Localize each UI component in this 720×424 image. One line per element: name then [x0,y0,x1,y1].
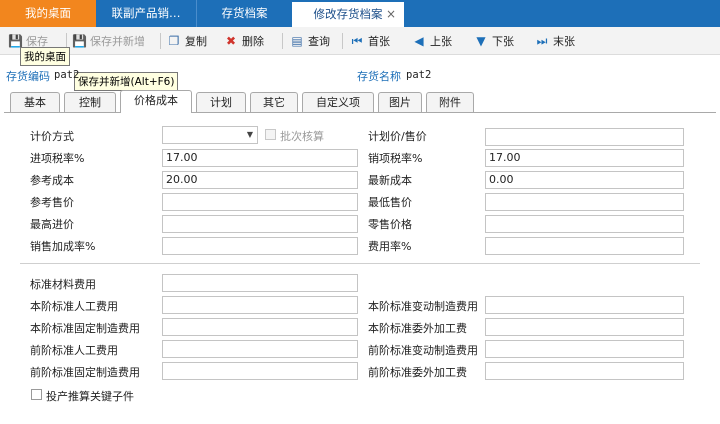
prev-var-mfg-label: 前阶标准变动制造费用 [368,344,478,357]
retail-price-label: 零售价格 [368,218,412,231]
cur-fixed-mfg-label: 本阶标准固定制造费用 [30,322,140,335]
tooltip-save-and-new: 保存并新增(Alt+F6) [74,72,179,91]
cur-labor-input[interactable] [162,296,358,314]
toolbar-divider [282,33,283,49]
cur-var-mfg-input[interactable] [485,296,684,314]
prev-label: 上张 [430,35,452,48]
tab-inventory-archive[interactable]: 存货档案 [196,0,292,27]
query-button[interactable]: ▤ 查询 [290,27,330,55]
sales-markup-input[interactable] [162,237,358,255]
tab-baseline [4,112,716,113]
plan-price-label: 计划价/售价 [368,130,427,143]
toolbar: 💾 保存 💾 保存并新增 ❐ 复制 ✖ 删除 ▤ 查询 ⏮ 首张 ◀ 上张 ▼ 下张 ⏭ 末张 [0,27,720,55]
tooltip-my-desktop: 我的桌面 [20,47,70,66]
copy-button[interactable]: ❐ 复制 [167,27,207,55]
expense-rate-input[interactable] [485,237,684,255]
std-material-label: 标准材料费用 [30,278,96,291]
document-tab-bar: 我的桌面 联副产品销… 存货档案 修改存货档案 × [0,0,720,27]
batch-check-checkbox[interactable] [265,129,276,140]
min-price-label: 最低售价 [368,196,412,209]
toolbar-divider [342,33,343,49]
save-and-new-button[interactable]: 💾 保存并新增 [72,27,145,55]
max-purchase-label: 最高进价 [30,218,74,231]
plan-price-input[interactable] [485,128,684,146]
cur-var-mfg-label: 本阶标准变动制造费用 [368,300,478,313]
tab-basic[interactable]: 基本 [10,92,60,112]
tab-price-cost[interactable]: 价格成本 [120,90,192,113]
tab-custom-items[interactable]: 自定义项 [302,92,374,112]
inventory-name-label: 存货名称 [357,70,401,83]
input-tax-input[interactable]: 17.00 [162,149,358,167]
query-label: 查询 [308,35,330,48]
tab-plan[interactable]: 计划 [196,92,246,112]
tab-label: 修改存货档案 [313,7,383,21]
prev-outsource-label: 前阶标准委外加工费 [368,366,467,379]
ref-price-input[interactable] [162,193,358,211]
last-record-button[interactable]: ⏭ 末张 [535,27,575,55]
tab-coproduct-sales[interactable]: 联副产品销… [96,0,196,27]
chevron-down-icon: ▼ [246,130,253,139]
batch-check-label: 批次核算 [280,130,324,143]
std-material-input[interactable] [162,274,358,292]
query-icon: ▤ [291,34,303,48]
delete-button[interactable]: ✖ 删除 [224,27,264,55]
ref-cost-input[interactable]: 20.00 [162,171,358,189]
pricing-method-label: 计价方式 [30,130,74,143]
close-icon[interactable]: × [386,2,396,26]
copy-icon: ❐ [168,34,180,48]
ref-price-label: 参考售价 [30,196,74,209]
output-tax-label: 销项税率% [368,152,423,165]
next-label: 下张 [492,35,514,48]
first-record-button[interactable]: ⏮ 首张 [350,27,390,55]
section-divider [20,263,700,264]
prev-labor-label: 前阶标准人工费用 [30,344,118,357]
key-child-checkbox[interactable] [31,389,42,400]
output-tax-input[interactable]: 17.00 [485,149,684,167]
next-icon: ▼ [476,34,486,48]
copy-label: 复制 [185,35,207,48]
save-new-label: 保存并新增 [90,35,145,48]
prev-fixed-mfg-label: 前阶标准固定制造费用 [30,366,140,379]
last-icon: ⏭ [536,34,548,48]
prev-icon: ◀ [414,34,424,48]
retail-price-input[interactable] [485,215,684,233]
latest-cost-label: 最新成本 [368,174,412,187]
tab-edit-inventory-archive[interactable]: 修改存货档案 × [292,0,404,27]
cur-fixed-mfg-input[interactable] [162,318,358,336]
input-tax-label: 进项税率% [30,152,85,165]
save-new-icon: 💾 [72,34,87,48]
tab-images[interactable]: 图片 [378,92,422,112]
ref-cost-label: 参考成本 [30,174,74,187]
next-record-button[interactable]: ▼ 下张 [474,27,514,55]
cur-labor-label: 本阶标准人工费用 [30,300,118,313]
tab-other[interactable]: 其它 [250,92,298,112]
tab-control[interactable]: 控制 [64,92,116,112]
prev-record-button[interactable]: ◀ 上张 [412,27,452,55]
min-price-input[interactable] [485,193,684,211]
first-icon: ⏮ [351,34,363,48]
expense-rate-label: 费用率% [368,240,412,253]
prev-fixed-mfg-input[interactable] [162,362,358,380]
key-child-label: 投产推算关键子件 [46,390,134,403]
prev-outsource-input[interactable] [485,362,684,380]
delete-icon: ✖ [225,34,237,48]
cur-outsource-label: 本阶标准委外加工费 [368,322,467,335]
inventory-name-value: pat2 [406,69,432,81]
sales-markup-label: 销售加成率% [30,240,96,253]
pricing-method-select[interactable]: ▼ [162,126,258,144]
max-purchase-input[interactable] [162,215,358,233]
delete-label: 删除 [242,35,264,48]
latest-cost-input[interactable]: 0.00 [485,171,684,189]
tab-attachments[interactable]: 附件 [426,92,474,112]
inventory-code-label: 存货编码 [6,70,50,83]
tab-my-desktop[interactable]: 我的桌面 [0,0,96,27]
inventory-code-value: pat2 [54,69,80,81]
prev-labor-input[interactable] [162,340,358,358]
first-label: 首张 [368,35,390,48]
cur-outsource-input[interactable] [485,318,684,336]
last-label: 末张 [553,35,575,48]
toolbar-divider [160,33,161,49]
prev-var-mfg-input[interactable] [485,340,684,358]
